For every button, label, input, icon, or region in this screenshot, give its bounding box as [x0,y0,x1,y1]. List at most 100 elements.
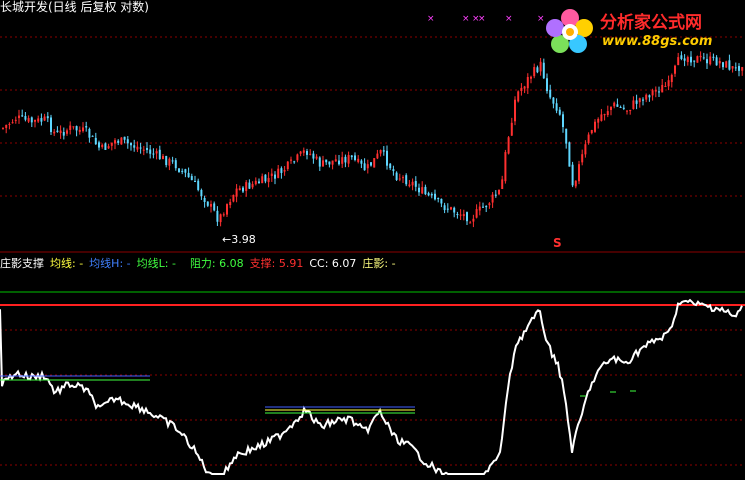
candle-body [581,154,584,163]
candle-body [642,99,644,101]
candle-body [27,118,30,122]
candle-body [318,157,321,167]
candle-body [155,151,158,154]
candle-body [379,150,382,154]
magenta-mark: × [505,14,513,24]
candle-body [274,174,276,179]
candle-body [597,118,600,123]
candle-body [152,153,155,155]
candle-body [504,152,507,182]
candle-body [328,161,331,165]
candle-body [162,155,164,160]
candle-body [322,160,324,167]
candle-body [120,137,123,145]
candle-body [370,162,372,166]
candle-body [699,55,702,58]
candle-body [142,149,145,151]
candle-body [555,103,558,111]
candle-body [37,118,40,122]
candle-body [706,59,708,64]
candle-body [258,181,260,184]
candle-body [226,204,228,215]
candle-body [75,126,78,131]
candle-body [165,155,168,166]
candle-body [181,170,184,172]
candle-body [392,169,395,172]
legend-resist: 阻力: 6.08 [189,257,244,270]
candle-body [606,111,609,115]
candle-body [50,117,52,133]
candle-body [638,98,641,103]
candle-body [344,156,347,163]
candle-body [453,207,456,213]
candle-body [280,168,283,173]
candle-body [270,173,273,176]
candle-body [98,142,100,148]
chart-title: 长城开发(日线 后复权 对数) [0,0,149,14]
candle-body [178,168,180,172]
candle-body [731,66,734,69]
candle-body [386,150,388,166]
candle-body [267,177,270,183]
candle-body [382,150,385,152]
candle-body [651,90,654,96]
candle-body [402,177,404,179]
candle-body [206,201,209,206]
candle-body [421,187,424,194]
indicator-panel [0,291,745,475]
candle-body [674,65,676,74]
candle-body [261,176,264,184]
candle-body [619,106,622,108]
candle-body [610,106,612,111]
candle-body [491,194,494,203]
candle-body [440,198,443,204]
candle-body [712,56,715,58]
candle-body [578,164,580,182]
candle-body [350,155,353,158]
candle-body [536,67,539,73]
candle-body [203,197,206,203]
price-chart[interactable]: × × ×× × × [0,0,745,480]
candle-body [315,156,318,159]
candle-body [232,195,235,202]
candle-body [366,164,369,169]
candle-body [242,187,244,192]
candle-body [360,160,363,164]
candle-body [398,178,401,180]
candle-body [34,119,36,122]
candle-body [408,184,411,187]
candle-body [114,140,116,144]
candle-body [728,60,731,70]
candle-body [14,119,17,121]
candle-body [168,158,171,166]
candle-body [299,151,302,154]
candle-body [107,146,110,149]
candle-body [514,99,516,122]
candle-body [667,80,670,87]
candle-body [603,114,606,116]
candle-body [254,180,257,185]
candle-body [526,77,529,89]
candle-body [437,198,440,200]
candle-body [434,193,436,200]
candle-body [331,160,334,165]
candle-body [229,201,232,206]
candle-body [78,129,81,132]
logo: 分析家公式网 www.88gs.com [540,4,740,56]
candle-body [363,163,366,171]
candle-body [222,214,225,216]
candle-body [645,94,648,100]
candle-body [210,204,212,207]
candle-body [53,131,56,134]
candle-body [66,130,68,134]
candle-body [18,115,20,119]
candle-body [133,145,136,148]
candle-body [184,169,187,173]
candle-body [738,66,740,71]
candle-body [482,206,484,208]
candle-body [702,57,705,59]
candle-body [658,91,660,93]
candle-body [469,222,472,224]
candle-body [213,203,216,211]
candle-body [584,144,587,155]
